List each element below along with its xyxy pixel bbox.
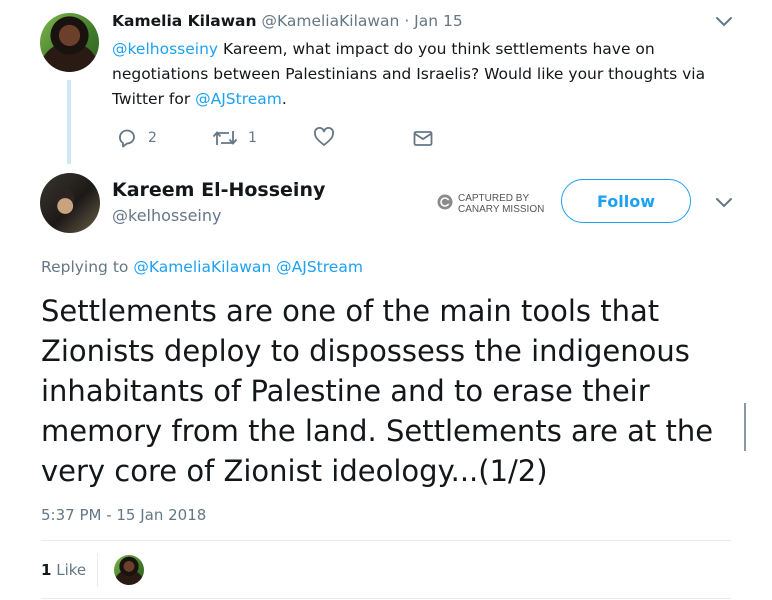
tweet2-body-line3: inhabitants of Palestine and to erase th…: [41, 374, 650, 408]
text-cursor: [744, 403, 746, 451]
liker-avatar-kamelia[interactable]: [114, 555, 144, 585]
tweet1-text: @kelhosseiny Kareem, what impact do you …: [112, 37, 732, 112]
canary-badge-icon: [437, 194, 453, 214]
tweet2-body-line1: Settlements are one of the main tools th…: [41, 294, 660, 328]
heart-icon: [313, 127, 335, 147]
canary-mission-badge: CAPTURED BY CANARY MISSION: [437, 193, 544, 215]
divider-bottom: [41, 598, 731, 599]
tweet1-author-handle[interactable]: @KameliaKilawan: [261, 12, 399, 30]
badge-line1: CAPTURED BY: [458, 193, 530, 204]
tweet2-menu-chevron-down-icon[interactable]: [715, 197, 733, 211]
tweet2-author-handle[interactable]: @kelhosseiny: [112, 206, 221, 225]
avatar-kareem[interactable]: [40, 173, 100, 233]
tweet1-text-line2: negotiations between Palestinians and Is…: [112, 65, 706, 83]
tweet1-mention-ajstream[interactable]: @AJStream: [195, 90, 282, 108]
tweet2-body-line4: memory from the land. Settlements are at…: [41, 414, 714, 448]
tweet1-mention[interactable]: @kelhosseiny: [112, 40, 218, 58]
reply-icon: [116, 128, 138, 148]
tweet2-body-line5: very core of Zionist ideology...(1/2): [41, 454, 548, 488]
tweet1-retweet-button[interactable]: 1: [212, 128, 257, 148]
tweet2-body-line2: Zionists deploy to dispossess the indige…: [41, 334, 690, 368]
tweet1-date[interactable]: · Jan 15: [404, 12, 462, 30]
tweet2-body: Settlements are one of the main tools th…: [41, 291, 741, 491]
tweet1-text-line3: Twitter for: [112, 90, 196, 108]
replying-to-prefix: Replying to: [41, 258, 134, 276]
replying-to-ajstream[interactable]: @AJStream: [276, 258, 363, 276]
stats-separator: [97, 553, 98, 587]
tweet1-menu-chevron-down-icon[interactable]: [715, 16, 733, 30]
tweet1-author-name[interactable]: Kamelia Kilawan: [112, 12, 257, 30]
tweet1-retweet-count: 1: [248, 130, 257, 146]
tweet1-header: Kamelia Kilawan @KameliaKilawan · Jan 15: [112, 12, 463, 30]
follow-button[interactable]: Follow: [561, 179, 691, 223]
tweet1-text-line3-end: .: [281, 90, 287, 108]
likes-count: 1: [41, 561, 52, 579]
tweet1-dm-button[interactable]: [412, 128, 434, 148]
tweet1-reply-count: 2: [148, 130, 157, 146]
thread-connector-line: [67, 80, 71, 164]
replying-to-kamelia[interactable]: @KameliaKilawan: [133, 258, 271, 276]
replying-to: Replying to @KameliaKilawan @AJStream: [41, 258, 363, 276]
tweet1-like-button[interactable]: [313, 127, 335, 147]
likes-label: Like: [56, 561, 87, 579]
tweet1-text-line1: Kareem, what impact do you think settlem…: [218, 40, 655, 58]
retweet-icon: [212, 128, 238, 148]
tweet2-timestamp[interactable]: 5:37 PM - 15 Jan 2018: [41, 506, 206, 524]
avatar-kamelia[interactable]: [40, 13, 99, 72]
divider-top: [41, 540, 731, 541]
tweet1-reply-button[interactable]: 2: [116, 128, 157, 148]
tweet2-author-name[interactable]: Kareem El-Hosseiny: [112, 179, 325, 201]
likes-stat[interactable]: 1 Like: [41, 561, 86, 579]
envelope-icon: [412, 128, 434, 148]
badge-line2: CANARY MISSION: [458, 204, 545, 215]
